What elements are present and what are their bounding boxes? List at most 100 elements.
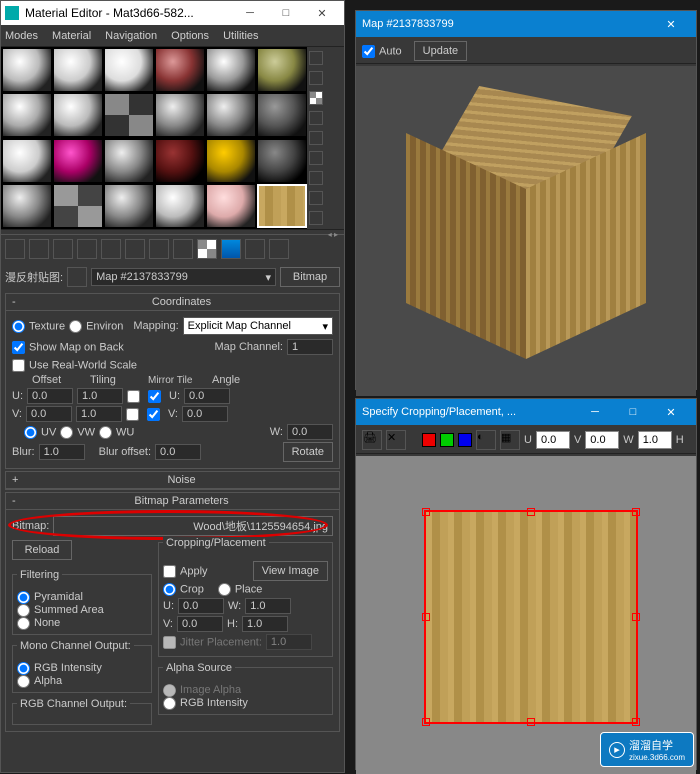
material-map-nav-icon[interactable] (309, 211, 323, 225)
crop-v-spinner[interactable]: 0.0 (177, 616, 223, 632)
uv-radio[interactable]: UV (24, 426, 56, 439)
menu-material[interactable]: Material (52, 30, 91, 42)
mapname-field[interactable]: Map #2137833799▾ (91, 268, 276, 286)
u-offset-spinner[interactable]: 0.0 (27, 388, 73, 404)
backlight-icon[interactable] (309, 71, 323, 85)
options-icon[interactable] (309, 171, 323, 185)
coordinates-header[interactable]: -Coordinates (6, 294, 339, 311)
close-icon[interactable]: ✕ (386, 430, 406, 450)
realworld-check[interactable]: Use Real-World Scale (12, 359, 137, 372)
go-forward-icon[interactable] (269, 239, 289, 259)
apply-check[interactable]: Apply (163, 565, 208, 578)
maptype-button[interactable]: Bitmap (280, 267, 340, 287)
reset-map-icon[interactable] (77, 239, 97, 259)
bitmap-path-button[interactable]: Wood\地板\1125594654.jpg (53, 516, 333, 536)
auto-check[interactable]: Auto (362, 45, 402, 58)
sample-type-icon[interactable] (309, 51, 323, 65)
bitmap-params-header[interactable]: -Bitmap Parameters (6, 493, 339, 510)
map-preview-viewport[interactable] (356, 66, 696, 396)
close-button[interactable]: ✕ (652, 11, 690, 37)
material-slot[interactable] (155, 48, 205, 92)
material-slot[interactable] (206, 93, 256, 137)
material-slot[interactable] (104, 139, 154, 183)
menu-utilities[interactable]: Utilities (223, 30, 258, 42)
make-copy-icon[interactable] (101, 239, 121, 259)
u-tile-check[interactable] (148, 390, 161, 403)
environ-radio[interactable]: Environ (69, 320, 123, 333)
put-to-scene-icon[interactable] (29, 239, 49, 259)
v-tile-check[interactable] (147, 408, 160, 421)
select-by-material-icon[interactable] (309, 191, 323, 205)
material-slot[interactable] (53, 139, 103, 183)
show-end-result-icon[interactable] (221, 239, 241, 259)
material-slot[interactable] (206, 184, 256, 228)
make-unique-icon[interactable] (125, 239, 145, 259)
material-slot[interactable] (2, 93, 52, 137)
menu-navigation[interactable]: Navigation (105, 30, 157, 42)
material-slot[interactable] (257, 48, 307, 92)
background-icon[interactable] (309, 91, 323, 105)
sample-uv-icon[interactable] (309, 111, 323, 125)
mapping-dropdown[interactable]: Explicit Map Channel▾ (183, 317, 333, 335)
material-slot[interactable] (53, 93, 103, 137)
print-icon[interactable]: 🖨 (362, 430, 382, 450)
make-preview-icon[interactable] (309, 151, 323, 165)
blue-swatch[interactable] (458, 433, 472, 447)
material-slot[interactable] (2, 184, 52, 228)
jitter-spinner[interactable]: 1.0 (266, 634, 312, 650)
u-angle-spinner[interactable]: 0.0 (184, 388, 230, 404)
crop-viewport[interactable] (356, 456, 696, 774)
crop-radio[interactable]: Crop (163, 583, 204, 596)
img-alpha-radio[interactable]: Image Alpha (163, 684, 241, 696)
material-slot[interactable] (104, 93, 154, 137)
rgbint2-radio[interactable]: RGB Intensity (163, 697, 248, 709)
place-radio[interactable]: Place (218, 583, 263, 596)
material-slot[interactable] (104, 184, 154, 228)
material-slot[interactable] (155, 93, 205, 137)
crop-w-field[interactable]: 1.0 (638, 431, 672, 449)
rgbint-radio[interactable]: RGB Intensity (17, 662, 102, 674)
reload-button[interactable]: Reload (12, 540, 72, 560)
video-color-icon[interactable] (309, 131, 323, 145)
bluroffset-spinner[interactable]: 0.0 (155, 444, 201, 460)
v-angle-spinner[interactable]: 0.0 (182, 406, 228, 422)
minimize-button[interactable]: ─ (576, 399, 614, 425)
material-slot[interactable] (257, 139, 307, 183)
material-slot[interactable] (155, 139, 205, 183)
material-slot[interactable] (257, 93, 307, 137)
crop-titlebar[interactable]: Specify Cropping/Placement, ... ─ □ ✕ (356, 399, 696, 425)
map-preview-titlebar[interactable]: Map #2137833799 ✕ (356, 11, 696, 37)
material-slot[interactable] (2, 139, 52, 183)
wu-radio[interactable]: WU (99, 426, 134, 439)
crop-u-spinner[interactable]: 0.0 (178, 598, 224, 614)
maximize-button[interactable]: □ (614, 399, 652, 425)
jitter-check[interactable]: Jitter Placement: (163, 636, 262, 649)
vw-radio[interactable]: VW (60, 426, 95, 439)
pyramidal-radio[interactable]: Pyramidal (17, 591, 83, 603)
crop-region[interactable] (424, 510, 638, 724)
material-slot[interactable] (206, 48, 256, 92)
eyedropper-icon[interactable] (67, 267, 87, 287)
menu-modes[interactable]: Modes (5, 30, 38, 42)
scroll-arrows[interactable]: ◂ ▸ (328, 230, 338, 234)
put-to-library-icon[interactable] (149, 239, 169, 259)
none-radio[interactable]: None (17, 617, 60, 629)
blur-spinner[interactable]: 1.0 (39, 444, 85, 460)
mapchannel-spinner[interactable]: 1 (287, 339, 333, 355)
get-material-icon[interactable] (5, 239, 25, 259)
crop-h-spinner[interactable]: 1.0 (242, 616, 288, 632)
rotate-button[interactable]: Rotate (283, 442, 333, 462)
u-mirror-check[interactable] (127, 390, 140, 403)
crop-w-spinner[interactable]: 1.0 (245, 598, 291, 614)
v-mirror-check[interactable] (126, 408, 139, 421)
minimize-button[interactable]: ─ (232, 2, 268, 24)
mono-icon[interactable]: ▦ (500, 430, 520, 450)
texture-radio[interactable]: Texture (12, 320, 65, 333)
v-offset-spinner[interactable]: 0.0 (26, 406, 72, 422)
alpha-icon[interactable]: ◐ (476, 430, 496, 450)
material-slot[interactable] (206, 139, 256, 183)
go-parent-icon[interactable] (245, 239, 265, 259)
alpha-radio[interactable]: Alpha (17, 675, 62, 687)
v-tiling-spinner[interactable]: 1.0 (76, 406, 122, 422)
red-swatch[interactable] (422, 433, 436, 447)
